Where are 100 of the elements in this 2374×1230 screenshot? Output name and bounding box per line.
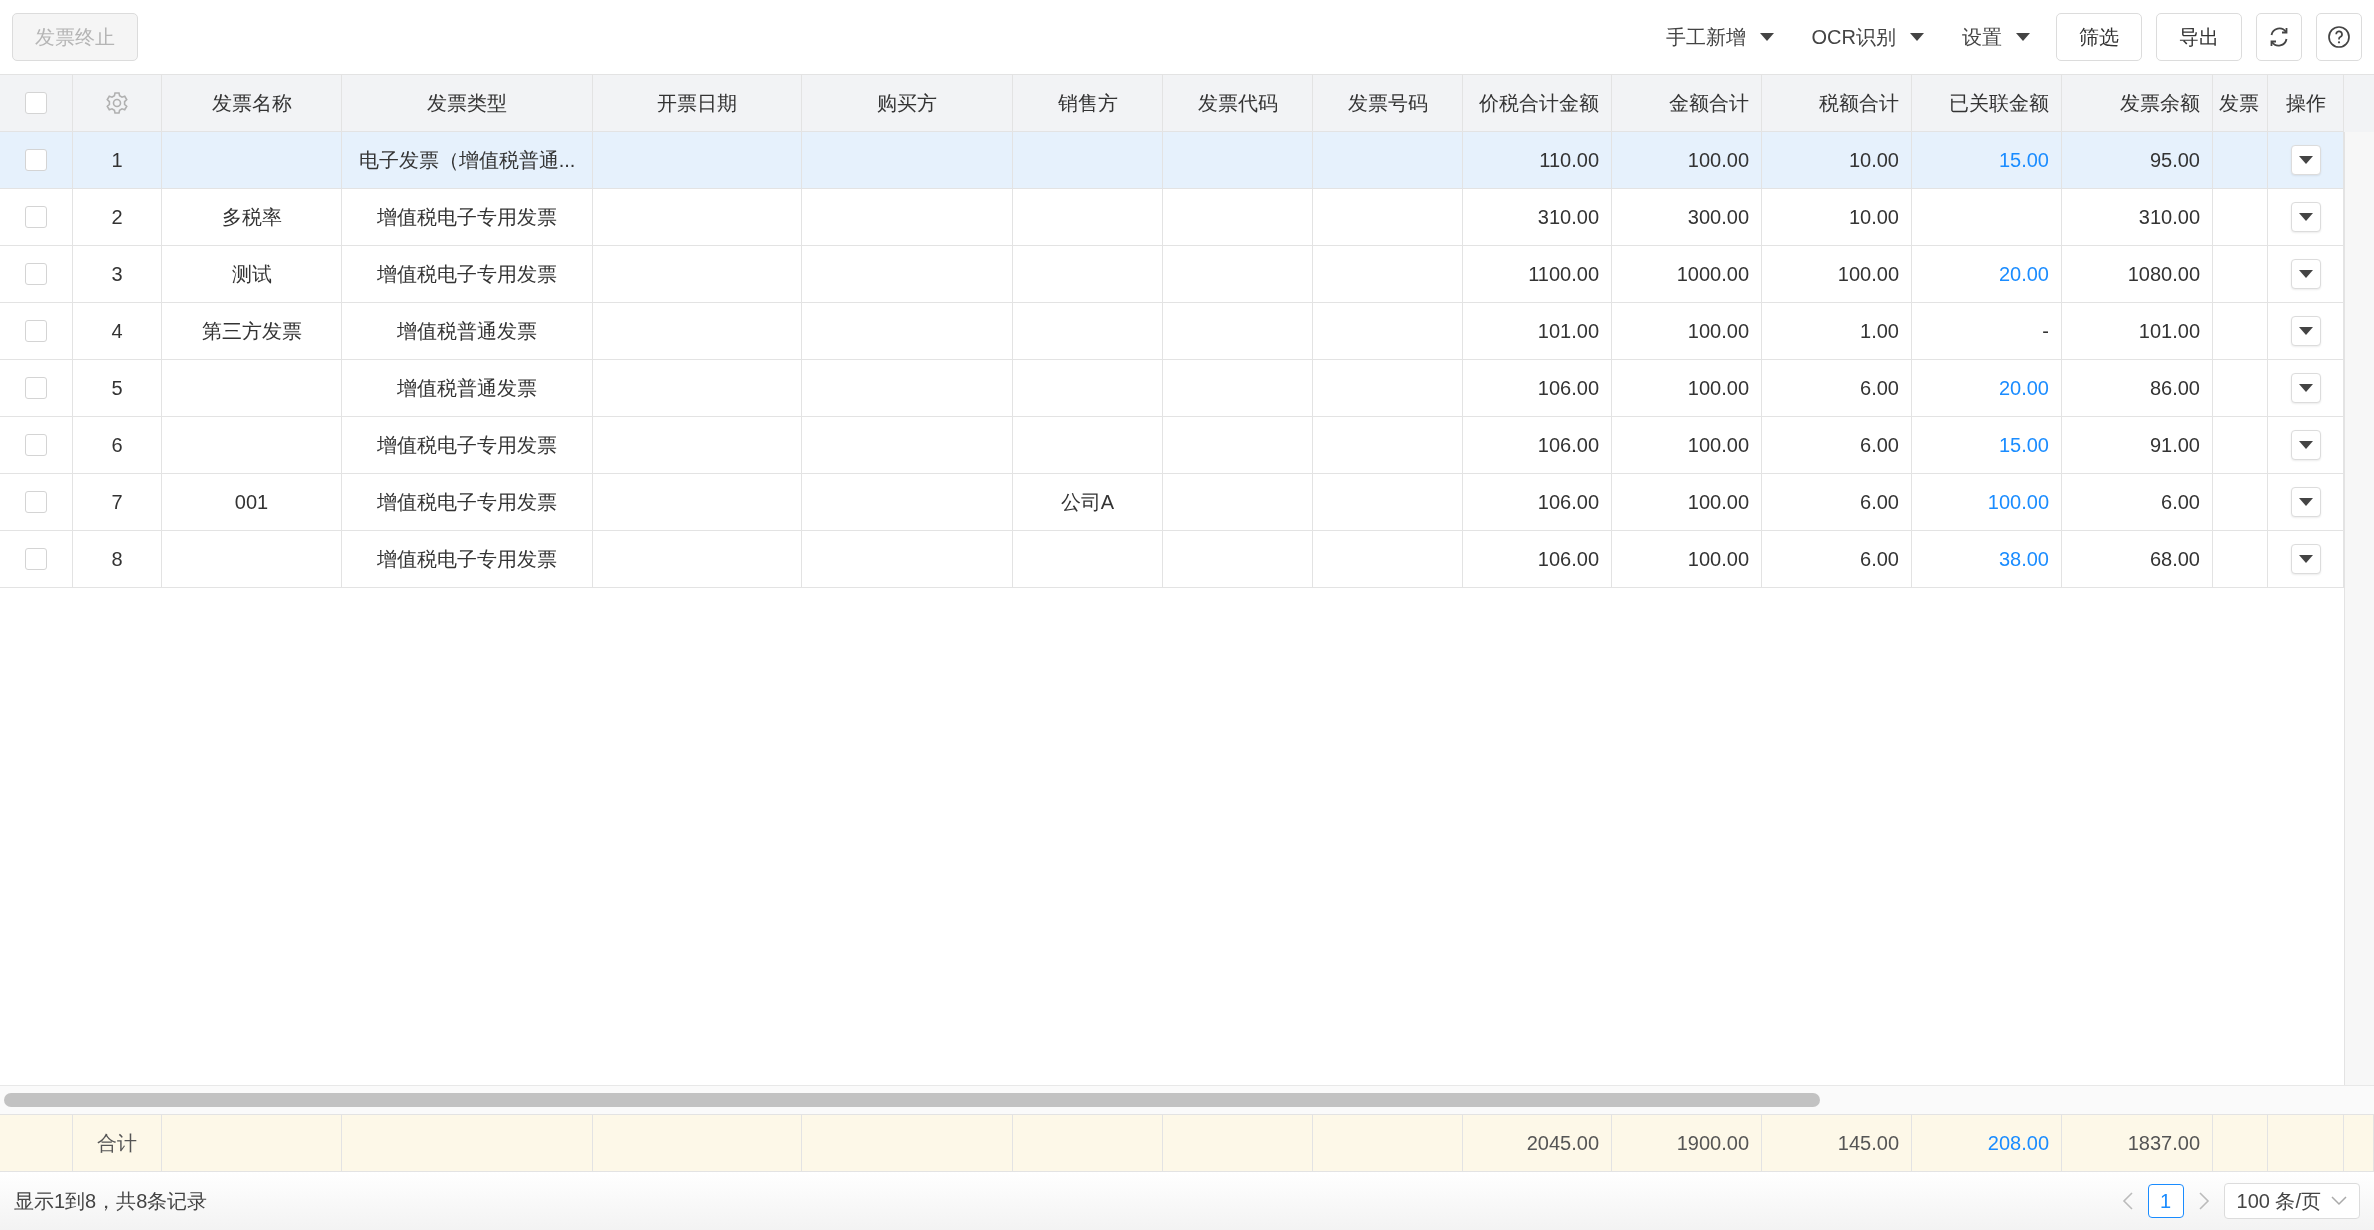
- row-number: 1: [111, 148, 123, 172]
- row-menu-button[interactable]: [2290, 373, 2321, 403]
- row-number: 3: [111, 262, 123, 286]
- row-number: 8: [111, 547, 123, 571]
- table-cell-text: 增值税普通发票: [397, 375, 537, 401]
- table-cell-text: 增值税电子专用发票: [377, 261, 557, 287]
- row-menu-button[interactable]: [2290, 145, 2321, 175]
- previous-page-icon[interactable]: [2121, 1192, 2134, 1210]
- table-cell: 106.00: [1537, 376, 1599, 400]
- checkbox[interactable]: [25, 206, 47, 228]
- checkbox[interactable]: [25, 149, 47, 171]
- table-cell: 1.00: [1860, 319, 1899, 343]
- row-menu-button[interactable]: [2290, 544, 2321, 574]
- table-cell: 100.00: [1687, 376, 1749, 400]
- table-cell: 100.00: [1687, 319, 1749, 343]
- toolbar-button[interactable]: 导出: [2156, 13, 2242, 61]
- table-row[interactable]: 2 多税率 增值税电子专用发票 310.00 300.00 10.00 310.00: [0, 189, 2344, 246]
- table-cell-text: 增值税电子专用发票: [377, 204, 557, 230]
- page-size-select[interactable]: 100 条/页: [2223, 1183, 2360, 1219]
- chevron-down-icon: [2331, 1196, 2347, 1206]
- help-button[interactable]: [2316, 13, 2362, 61]
- row-number: 4: [111, 319, 123, 343]
- caret-icon: [2298, 327, 2313, 335]
- table-cell: 310.00: [1537, 205, 1599, 229]
- table-row[interactable]: 1 电子发票（增值税普通... 110.00 100.00 10.00 15.00 95.00: [0, 132, 2344, 189]
- table-row[interactable]: 4 第三方发票 增值税普通发票 101.00 100.00 1.00 - 101.00: [0, 303, 2344, 360]
- column-header: 发票名称: [211, 90, 292, 116]
- table-cell: 10.00: [1848, 148, 1899, 172]
- table-cell: 6.00: [1860, 490, 1899, 514]
- checkbox[interactable]: [25, 320, 47, 342]
- table-cell: 1080.00: [2127, 262, 2200, 286]
- row-number: 7: [111, 490, 123, 514]
- table-cell: 10.00: [1848, 205, 1899, 229]
- column-header: 操作: [2285, 90, 2326, 116]
- table-cell: 6.00: [1860, 433, 1899, 457]
- column-header: 发票代码: [1197, 90, 1278, 116]
- column-header: 发票余额: [2120, 90, 2200, 116]
- table-cell-text: 测试: [231, 261, 272, 287]
- table-cell: 106.00: [1537, 490, 1599, 514]
- caret-icon: [2298, 384, 2313, 392]
- row-number: 2: [111, 205, 123, 229]
- help-icon: [2327, 25, 2351, 49]
- settings-icon[interactable]: [105, 91, 129, 115]
- dropdown-menu[interactable]: OCR识别: [1799, 23, 1936, 51]
- row-menu-button[interactable]: [2290, 430, 2321, 460]
- table-cell: 95.00: [2149, 148, 2200, 172]
- row-number: 6: [111, 433, 123, 457]
- table-row[interactable]: 5 增值税普通发票 106.00 100.00 6.00 20.00 86.00: [0, 360, 2344, 417]
- table-cell: 106.00: [1537, 547, 1599, 571]
- record-summary: 显示1到8，共8条记录: [14, 1188, 208, 1214]
- row-menu-button[interactable]: [2290, 202, 2321, 232]
- scrollbar-thumb[interactable]: [4, 1093, 1820, 1107]
- table-row[interactable]: 7 001 增值税电子专用发票 公司A 106.00 100.00 6.00 100.00 6.00: [0, 474, 2344, 531]
- table-cell: 100.00: [1687, 490, 1749, 514]
- total-cell: 2045.00: [1526, 1131, 1599, 1155]
- caret-icon: [1759, 33, 1774, 41]
- table-row[interactable]: 8 增值税电子专用发票 106.00 100.00 6.00 38.00 68.00: [0, 531, 2344, 588]
- row-number: 5: [111, 376, 123, 400]
- column-header: 发票: [2219, 90, 2259, 116]
- checkbox[interactable]: [25, 377, 47, 399]
- total-label: 合计: [97, 1130, 137, 1156]
- dropdown-menu[interactable]: 手工新增: [1653, 23, 1786, 51]
- row-menu-button[interactable]: [2290, 259, 2321, 289]
- table-cell-text: 多税率: [221, 204, 282, 230]
- next-page-icon[interactable]: [2197, 1192, 2210, 1210]
- table-row[interactable]: 6 增值税电子专用发票 106.00 100.00 6.00 15.00 91.00: [0, 417, 2344, 474]
- table-cell-text: 增值税电子专用发票: [377, 432, 557, 458]
- row-menu-button[interactable]: [2290, 487, 2321, 517]
- table-cell: -: [2042, 319, 2049, 343]
- row-menu-button[interactable]: [2290, 316, 2321, 346]
- table-cell: 100.00: [1687, 433, 1749, 457]
- column-header: 发票号码: [1347, 90, 1428, 116]
- checkbox[interactable]: [25, 548, 47, 570]
- toolbar-button[interactable]: 筛选: [2056, 13, 2142, 61]
- table-row[interactable]: 3 测试 增值税电子专用发票 1100.00 1000.00 100.00 20.00 1080.00: [0, 246, 2344, 303]
- caret-icon: [2016, 33, 2030, 41]
- table-cell: 106.00: [1537, 433, 1599, 457]
- table-cell: 6.00: [2161, 490, 2200, 514]
- dropdown-menu[interactable]: 设置: [1950, 23, 2042, 51]
- table-cell-text: 增值税电子专用发票: [377, 489, 557, 515]
- column-header: 价税合计金额: [1479, 90, 1599, 116]
- table-cell-text: 增值税普通发票: [397, 318, 537, 344]
- checkbox[interactable]: [25, 92, 47, 114]
- checkbox[interactable]: [25, 263, 47, 285]
- table-cell: 1000.00: [1676, 262, 1749, 286]
- table-cell: 100.00: [1687, 148, 1749, 172]
- table-cell: 001: [234, 490, 269, 514]
- table-cell: 68.00: [2149, 547, 2200, 571]
- table-cell: 6.00: [1860, 376, 1899, 400]
- checkbox[interactable]: [25, 491, 47, 513]
- table-cell: 300.00: [1687, 205, 1749, 229]
- checkbox[interactable]: [25, 434, 47, 456]
- total-cell: 1837.00: [2127, 1131, 2200, 1155]
- total-cell: 145.00: [1837, 1131, 1899, 1155]
- table-cell: 101.00: [1537, 319, 1599, 343]
- table-cell-text: 第三方发票: [201, 318, 302, 344]
- refresh-button[interactable]: [2256, 13, 2302, 61]
- column-header: 金额合计: [1669, 90, 1749, 116]
- table-cell-text: 增值税电子专用发票: [377, 546, 557, 572]
- column-header: 购买方: [877, 90, 937, 116]
